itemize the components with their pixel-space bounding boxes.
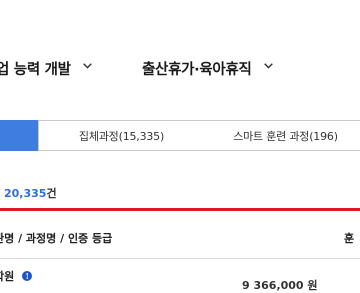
info-icon[interactable]: ! (22, 271, 33, 281)
table-row[interactable]: 학원 ! 9 366,000 원 (0, 259, 360, 292)
nav-item-label: 업 능력 개발 (0, 62, 71, 78)
result-count-unit: 건 (46, 187, 57, 200)
course-type-tabs: 집체과정(15,335) 스마트 훈련 과정(196) (0, 120, 360, 151)
nav-item-skill-development[interactable]: 업 능력 개발 (0, 58, 92, 79)
institution-label: 학원 (0, 270, 15, 283)
header-institution-course-rating: 관명 / 과정명 / 인증 등급 (0, 232, 113, 245)
result-count: 20,335건 (4, 185, 57, 201)
nav-item-maternity-parental-leave[interactable]: 출산휴가·육아휴직 (142, 58, 273, 79)
tab-group-course[interactable]: 집체과정(15,335) (38, 120, 205, 151)
nav-item-label: 출산휴가·육아휴직 (142, 62, 252, 78)
course-price: 9 366,000 원 (242, 279, 318, 292)
institution-name[interactable]: 학원 ! (0, 268, 33, 284)
top-navigation: 업 능력 개발 출산휴가·육아휴직 (0, 0, 360, 120)
tab-label: 스마트 훈련 과정(196) (233, 129, 338, 143)
result-count-number: 20,335 (4, 187, 47, 200)
tab-label: 집체과정(15,335) (78, 129, 165, 143)
tab-smart-training-course[interactable]: 스마트 훈련 과정(196) (203, 120, 360, 151)
chevron-down-icon (82, 62, 92, 71)
header-training: 훈 (344, 232, 355, 245)
table-header: 관명 / 과정명 / 인증 등급 훈 (0, 211, 360, 259)
chevron-down-icon (263, 62, 273, 71)
tab-active[interactable] (0, 120, 40, 151)
